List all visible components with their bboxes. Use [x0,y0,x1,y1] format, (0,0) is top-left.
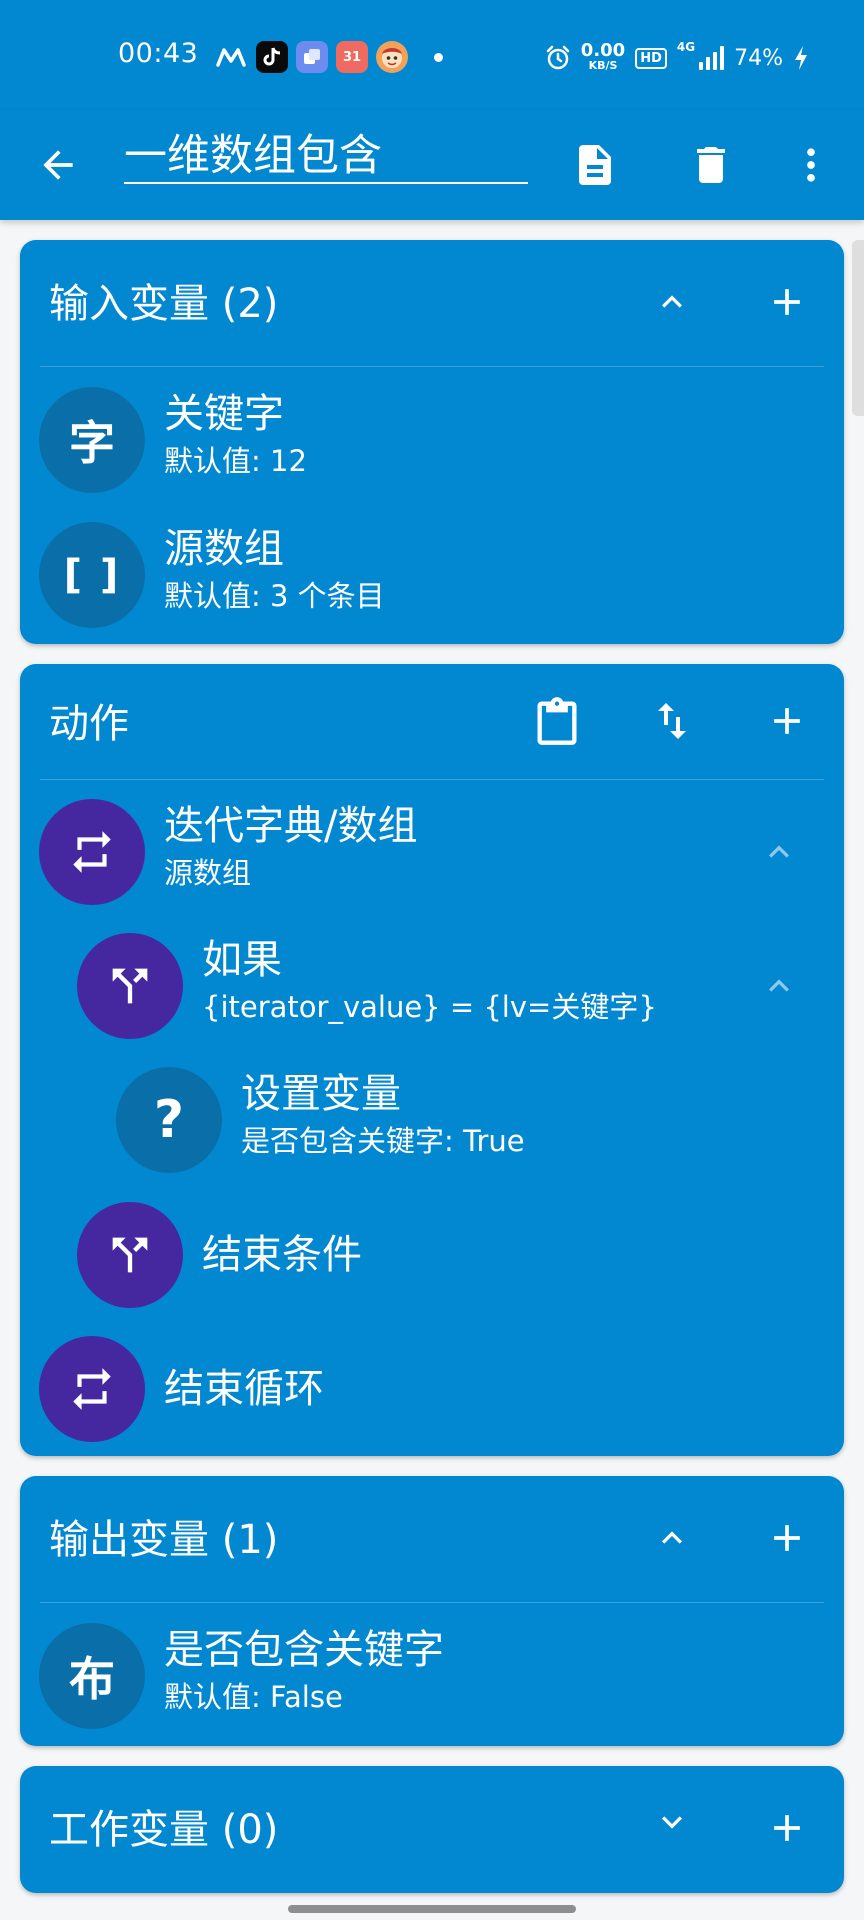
battery-percent: 74% [734,45,783,71]
more-notifications-dot [434,52,443,62]
window-app-icon [296,41,328,73]
document-button[interactable] [563,133,627,197]
variable-name: 源数组 [164,526,284,572]
plus-icon [774,1525,800,1551]
fork-icon [77,1202,183,1308]
action-name: 结束循环 [164,1366,324,1412]
notification-icons: 31 [214,41,443,73]
status-bar: 00:43 31 0.00 KB/S HD 4G 74% [0,0,864,110]
alarm-icon [546,45,570,70]
input-variables-card: 输入变量 (2) 字 关键字 默认值: 12 [ ] 源数组 默认值: 3 个条… [20,240,844,644]
repeat-icon [39,1336,145,1442]
charging-icon [795,46,807,70]
output-variable-item[interactable]: 布 是否包含关键字 默认值: False [39,1621,829,1731]
action-name: 迭代字典/数组 [164,803,418,849]
repeat-icon [39,799,145,905]
boolean-type-icon: 布 [39,1623,145,1729]
action-name: 如果 [202,937,282,983]
hd-badge: HD [635,47,667,69]
variable-name: 是否包含关键字 [164,1627,444,1673]
network-speed: 0.00 KB/S [580,40,626,73]
paste-action-button[interactable] [525,689,589,753]
network-type: 4G [676,40,696,54]
variable-default: 默认值: 12 [164,444,307,478]
plus-icon [774,289,800,315]
collapse-block-button[interactable] [751,958,807,1014]
back-button[interactable] [26,133,90,197]
action-detail: 是否包含关键字: True [241,1124,525,1158]
reorder-actions-button[interactable] [640,689,704,753]
array-type-icon: [ ] [39,522,145,628]
m-app-icon [214,41,248,73]
signal-icon [699,46,725,70]
fork-icon [77,933,183,1039]
variable-name: 关键字 [164,391,284,437]
add-output-variable-button[interactable] [755,1506,819,1570]
system-status: 0.00 KB/S HD 4G 74% [545,40,809,76]
add-work-variable-button[interactable] [755,1796,819,1860]
action-item-end-if[interactable]: 结束条件 [77,1200,829,1310]
cartoon-app-icon [376,41,408,73]
actions-card: 动作 迭代字典/数组 源数组 如果 {iterator_value} = {lv… [20,664,844,1456]
work-variables-card: 工作变量 (0) [20,1766,844,1893]
input-variable-item[interactable]: 字 关键字 默认值: 12 [39,385,829,495]
output-variables-collapse-button[interactable] [640,1506,704,1570]
plus-icon [774,1815,800,1841]
tiktok-app-icon [256,41,288,73]
action-item-set-variable[interactable]: ? 设置变量 是否包含关键字: True [116,1065,829,1175]
action-detail: 源数组 [164,856,252,890]
work-variables-title: 工作变量 (0) [49,1807,279,1853]
chevron-down-icon [662,1816,682,1829]
scrollbar-thumb[interactable] [852,240,864,416]
card-divider [40,366,824,367]
output-variables-title: 输出变量 (1) [49,1517,279,1563]
action-item-if[interactable]: 如果 {iterator_value} = {lv=关键字} [77,931,829,1041]
work-variables-expand-button[interactable] [640,1790,704,1854]
input-variables-collapse-button[interactable] [640,270,704,334]
action-name: 结束条件 [202,1232,362,1278]
output-variables-card: 输出变量 (1) 布 是否包含关键字 默认值: False [20,1476,844,1746]
collapse-block-button[interactable] [751,824,807,880]
more-options-button[interactable] [779,133,843,197]
add-action-button[interactable] [755,689,819,753]
app-toolbar: 一维数组包含 [0,110,864,220]
network-speed-value: 0.00 [580,40,626,61]
arrow-left-icon [43,150,73,180]
status-time: 00:43 [118,38,199,69]
action-detail: {iterator_value} = {lv=关键字} [202,990,657,1024]
input-variable-item[interactable]: [ ] 源数组 默认值: 3 个条目 [39,520,829,630]
actions-title: 动作 [49,701,129,747]
card-divider [40,1602,824,1603]
home-indicator[interactable] [288,1905,576,1913]
document-icon [579,145,611,185]
action-name: 设置变量 [241,1071,401,1117]
chevron-up-icon [662,295,682,308]
more-vertical-icon [807,148,815,182]
add-input-variable-button[interactable] [755,270,819,334]
variable-default: 默认值: 3 个条目 [164,579,385,613]
card-divider [40,779,824,780]
chevron-up-icon [662,1531,682,1544]
action-item-iterate[interactable]: 迭代字典/数组 源数组 [39,797,829,907]
macro-name-input[interactable]: 一维数组包含 [124,130,528,184]
chevron-up-icon [769,845,789,858]
swap-vertical-icon [658,703,686,739]
action-item-end-loop[interactable]: 结束循环 [39,1334,829,1444]
input-variables-title: 输入变量 (2) [49,281,279,327]
chevron-up-icon [769,979,789,992]
network-speed-unit: KB/S [588,59,618,72]
trash-icon [697,147,725,183]
question-icon: ? [116,1067,222,1173]
plus-icon [774,708,800,734]
delete-button[interactable] [679,133,743,197]
variable-default: 默认值: False [164,1680,343,1714]
calendar-app-icon: 31 [336,41,368,73]
clipboard-icon [537,697,577,745]
string-type-icon: 字 [39,387,145,493]
